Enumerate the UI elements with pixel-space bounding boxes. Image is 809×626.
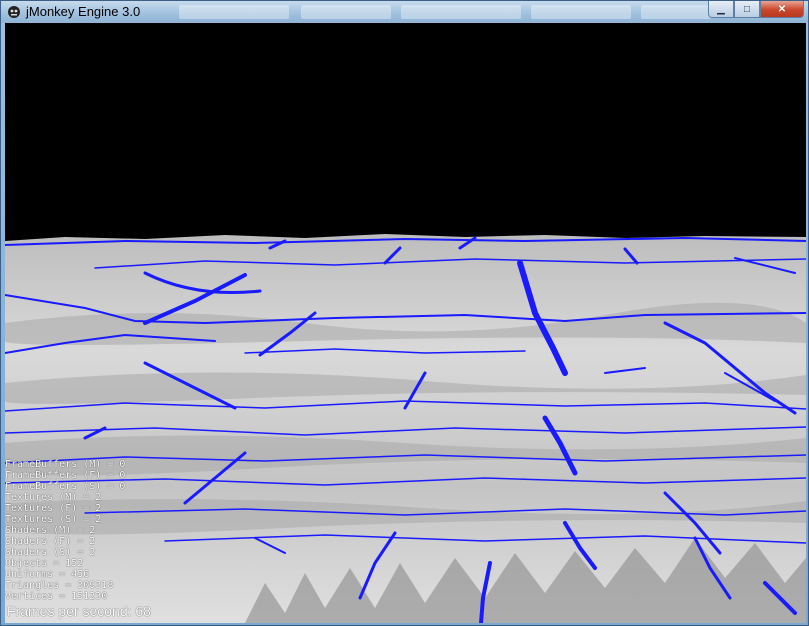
blurred-title-area: [179, 5, 289, 19]
window-controls: ▁ □ ✕: [708, 1, 804, 19]
stat-line: FrameBuffers (M) = 0: [5, 459, 126, 470]
stat-line: Textures (S) = 2: [5, 514, 102, 525]
minimize-icon: ▁: [717, 3, 725, 15]
maximize-icon: □: [743, 3, 751, 15]
title-bar[interactable]: jMonkey Engine 3.0 ▁ □ ✕: [1, 1, 808, 23]
close-button[interactable]: ✕: [760, 1, 804, 18]
blurred-title-area: [531, 5, 631, 19]
stat-line: Textures (F) = 2: [5, 503, 102, 514]
app-window: jMonkey Engine 3.0 ▁ □ ✕ FrameBuffers (M…: [0, 0, 809, 626]
blurred-title-area: [641, 5, 711, 19]
window-title: jMonkey Engine 3.0: [26, 4, 141, 19]
maximize-button[interactable]: □: [734, 1, 760, 18]
stat-line: Vertices = 151230: [5, 591, 108, 602]
fps-counter: Frames per second: 68: [7, 603, 151, 619]
jmonkey-app-icon: [8, 6, 20, 18]
close-icon: ✕: [777, 3, 787, 15]
stat-line: FrameBuffers (F) = 0: [5, 470, 126, 481]
blurred-title-area: [301, 5, 391, 19]
stat-line: Shaders (F) = 2: [5, 536, 96, 547]
stat-line: Objects = 152: [5, 558, 84, 569]
stat-line: Triangles = 309318: [5, 580, 114, 591]
render-viewport[interactable]: FrameBuffers (M) = 0 FrameBuffers (F) = …: [5, 23, 806, 623]
blurred-title-area: [401, 5, 521, 19]
render-stats-panel: FrameBuffers (M) = 0 FrameBuffers (F) = …: [5, 459, 125, 602]
minimize-button[interactable]: ▁: [708, 1, 734, 18]
stat-line: Uniforms = 456: [5, 569, 90, 580]
stat-line: FrameBuffers (S) = 0: [5, 481, 126, 492]
stat-line: Shaders (M) = 2: [5, 525, 96, 536]
stat-line: Textures (M) = 2: [5, 492, 102, 503]
stat-line: Shaders (S) = 2: [5, 547, 96, 558]
